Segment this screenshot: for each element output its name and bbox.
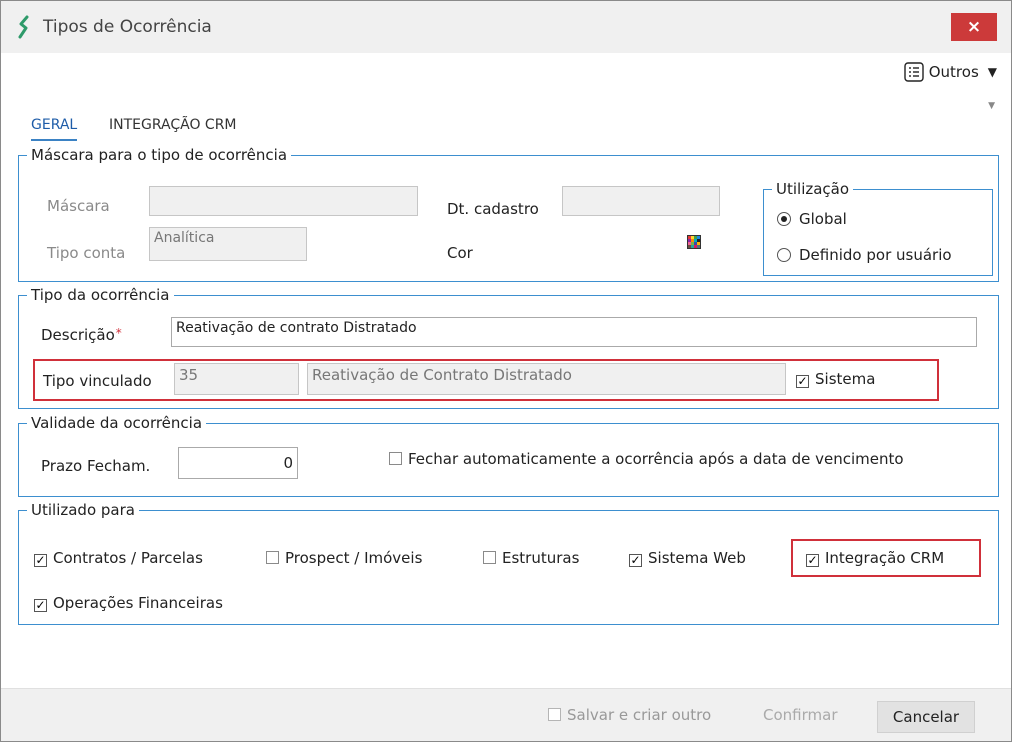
dt-cadastro-label: Dt. cadastro	[447, 200, 539, 218]
estruturas-checkbox-box[interactable]	[483, 551, 496, 564]
dialog-footer: Salvar e criar outro Confirmar Cancelar	[1, 688, 1011, 741]
prospect-checkbox-box[interactable]	[266, 551, 279, 564]
integracao-crm-label: Integração CRM	[825, 549, 945, 567]
chevron-down-icon: ▼	[987, 65, 997, 79]
estruturas-label: Estruturas	[502, 549, 580, 567]
dialog-window: Tipos de Ocorrência × Outros ▼ ▼ GERAL I…	[0, 0, 1012, 742]
descricao-label-text: Descrição	[41, 326, 115, 344]
tipo-vinculado-label: Tipo vinculado	[43, 372, 152, 390]
salvar-label: Salvar e criar outro	[567, 706, 712, 724]
integracao-crm-checkbox[interactable]: ✓ Integração CRM	[806, 549, 944, 567]
operacoes-label: Operações Financeiras	[53, 594, 223, 612]
mascara-label: Máscara	[47, 197, 110, 215]
sistema-web-checkbox[interactable]: ✓ Sistema Web	[629, 549, 746, 567]
app-logo-icon	[18, 15, 29, 39]
tipo-ocorrencia-legend: Tipo da ocorrência	[31, 286, 170, 304]
prospect-label: Prospect / Imóveis	[285, 549, 423, 567]
title-bar: Tipos de Ocorrência ×	[1, 1, 1011, 53]
salvar-criar-outro-checkbox[interactable]: Salvar e criar outro	[548, 706, 711, 724]
prazo-fecham-label: Prazo Fecham.	[41, 457, 151, 475]
fechar-checkbox-box[interactable]	[389, 452, 402, 465]
tab-integracao-crm[interactable]: INTEGRAÇÃO CRM	[109, 117, 237, 133]
mascara-group-legend: Máscara para o tipo de ocorrência	[31, 146, 288, 164]
salvar-checkbox-box[interactable]	[548, 708, 561, 721]
outros-menu-button[interactable]: Outros ▼	[904, 59, 997, 85]
integracao-crm-checkbox-box[interactable]: ✓	[806, 554, 819, 567]
dt-cadastro-field[interactable]	[562, 186, 720, 216]
descricao-input[interactable]: Reativação de contrato Distratado	[171, 317, 977, 347]
fechar-automaticamente-checkbox[interactable]: Fechar automaticamente a ocorrência após…	[389, 450, 904, 468]
required-marker: *	[115, 326, 122, 340]
list-icon	[904, 62, 924, 82]
mascara-field[interactable]	[149, 186, 418, 216]
fechar-label: Fechar automaticamente a ocorrência após…	[408, 450, 904, 468]
sistema-web-checkbox-box[interactable]: ✓	[629, 554, 642, 567]
color-picker-icon[interactable]	[687, 235, 701, 249]
confirmar-button[interactable]: Confirmar	[763, 706, 837, 724]
cancelar-button[interactable]: Cancelar	[877, 701, 975, 733]
contratos-parcelas-checkbox[interactable]: ✓ Contratos / Parcelas	[34, 549, 203, 567]
tab-geral[interactable]: GERAL	[31, 117, 78, 141]
validade-legend: Validade da ocorrência	[31, 414, 203, 432]
radio-global[interactable]: Global	[777, 210, 847, 228]
tipo-vinculado-desc-field[interactable]: Reativação de Contrato Distratado	[307, 363, 786, 395]
radio-definido-label: Definido por usuário	[799, 246, 952, 264]
contratos-label: Contratos / Parcelas	[53, 549, 203, 567]
sistema-label: Sistema	[815, 370, 876, 388]
utilizado-para-legend: Utilizado para	[31, 501, 135, 519]
radio-global-label: Global	[799, 210, 847, 228]
radio-global-indicator[interactable]	[777, 212, 791, 226]
estruturas-checkbox[interactable]: Estruturas	[483, 549, 579, 567]
cor-label: Cor	[447, 244, 473, 262]
descricao-label: Descrição*	[41, 326, 122, 344]
operacoes-financeiras-checkbox[interactable]: ✓ Operações Financeiras	[34, 594, 223, 612]
operacoes-checkbox-box[interactable]: ✓	[34, 599, 47, 612]
outros-label: Outros	[928, 63, 979, 81]
window-title: Tipos de Ocorrência	[43, 17, 212, 37]
prospect-imoveis-checkbox[interactable]: Prospect / Imóveis	[266, 549, 422, 567]
radio-definido-indicator[interactable]	[777, 248, 791, 262]
utilizacao-group-legend: Utilização	[776, 180, 850, 198]
tipo-vinculado-code-field[interactable]: 35	[174, 363, 299, 395]
tipo-conta-field[interactable]: Analítica	[149, 227, 307, 261]
sistema-checkbox[interactable]: ✓ Sistema	[796, 370, 875, 388]
sistema-checkbox-box[interactable]: ✓	[796, 375, 809, 388]
collapse-caret-icon[interactable]: ▼	[988, 101, 995, 111]
prazo-fecham-input[interactable]: 0	[178, 447, 298, 479]
contratos-checkbox-box[interactable]: ✓	[34, 554, 47, 567]
sistema-web-label: Sistema Web	[648, 549, 746, 567]
close-button[interactable]: ×	[951, 13, 997, 41]
tipo-conta-label: Tipo conta	[47, 244, 126, 262]
radio-definido-por-usuario[interactable]: Definido por usuário	[777, 246, 952, 264]
